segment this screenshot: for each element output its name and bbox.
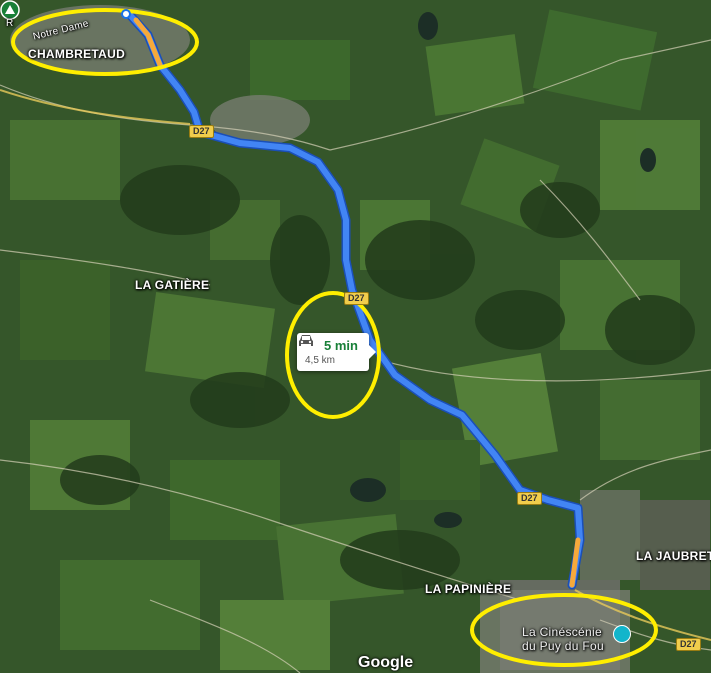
route-distance: 4,5 km: [305, 355, 336, 366]
poi-label-line2: du Puy du Fou: [522, 639, 604, 653]
car-icon: [299, 335, 313, 346]
place-label-la-papiniere[interactable]: LA PAPINIÈRE: [425, 582, 511, 596]
place-label-chambretaud[interactable]: CHAMBRETAUD: [28, 47, 125, 61]
road-shield-d27: D27: [517, 492, 542, 505]
theater-icon[interactable]: [613, 625, 631, 643]
poi-label-cinescenie[interactable]: La Cinéscénie du Puy du Fou: [522, 625, 604, 653]
road-shield-d27: D27: [344, 292, 369, 305]
campground-icon[interactable]: [0, 0, 20, 20]
route-duration: 5 min: [324, 338, 358, 353]
map-view[interactable]: CHAMBRETAUD Notre Dame R LA GATIÈRE LA P…: [0, 0, 711, 673]
start-point-icon[interactable]: [121, 9, 131, 19]
road-shield-d27: D27: [189, 125, 214, 138]
road-shield-d27: D27: [676, 638, 701, 651]
street-label-prefix: R: [6, 18, 14, 29]
poi-label-line1: La Cinéscénie: [522, 625, 602, 639]
place-label-la-jaubret[interactable]: LA JAUBRET: [636, 549, 711, 563]
route-info-card[interactable]: 5 min 4,5 km: [297, 333, 376, 371]
google-logo: Google: [358, 654, 414, 671]
place-label-la-gatiere[interactable]: LA GATIÈRE: [135, 278, 209, 292]
